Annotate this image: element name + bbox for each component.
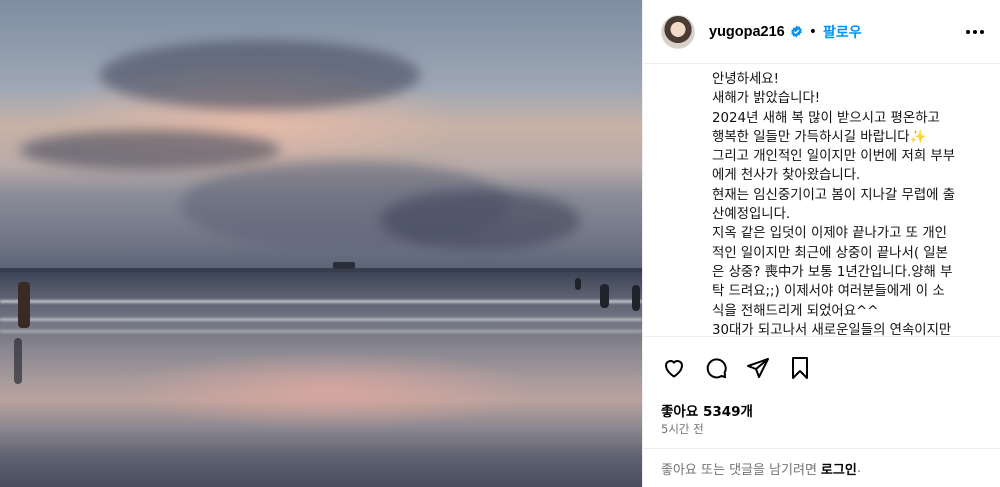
photo-cloud — [20, 130, 280, 170]
bookmark-icon[interactable] — [787, 355, 813, 381]
caption-line: 2024년 새해 복 많이 받으시고 평온하고 — [712, 110, 940, 126]
verified-badge-icon — [790, 25, 802, 38]
photo-wave — [0, 300, 642, 303]
post-caption: 안녕하세요! 새해가 밝았습니다! 2024년 새해 복 많이 받으시고 평온하… — [643, 64, 1000, 336]
login-link[interactable]: 로그인 — [821, 459, 857, 478]
caption-line: 30대가 되고나서 새로운일들의 연속이지만 — [712, 322, 952, 336]
post-header: yugopa216 • 팔로우 — [643, 0, 1000, 64]
instagram-post: yugopa216 • 팔로우 안녕하세요! 새해가 밝았습니다! 2024년 … — [0, 0, 1000, 487]
photo-cloud — [100, 40, 420, 110]
post-actions — [643, 336, 1000, 398]
share-icon[interactable] — [745, 355, 771, 381]
caption-line: 식을 전해드리게 되었어요^^ — [712, 303, 879, 319]
caption-line: 적인 일이지만 최근에 상중이 끝나서( 일본 — [712, 245, 948, 261]
more-dot — [966, 29, 970, 34]
likes-count[interactable]: 좋아요 5349개 — [661, 400, 753, 420]
photo-person — [632, 285, 640, 311]
post-timestamp[interactable]: 5시간 전 — [661, 421, 704, 437]
photo-cloud — [380, 190, 580, 250]
photo-ship — [333, 262, 355, 269]
more-dot — [973, 29, 977, 34]
separator-dot: • — [808, 23, 818, 40]
login-prompt-bar: 좋아요 또는 댓글을 남기려면 로그인 . — [643, 448, 1000, 487]
post-photo[interactable] — [0, 0, 642, 487]
login-prompt-period: . — [856, 460, 861, 476]
photo-person — [14, 338, 22, 384]
caption-line: 안녕하세요! — [712, 72, 779, 87]
photo-person — [575, 278, 581, 290]
photo-reflection — [120, 350, 540, 430]
caption-line: 에게 천사가 찾아왔습니다. — [712, 168, 861, 184]
post-side-panel: yugopa216 • 팔로우 안녕하세요! 새해가 밝았습니다! 2024년 … — [642, 0, 1000, 487]
caption-line: 탁 드려요;;) 이제서야 여러분들에게 이 소 — [712, 284, 945, 300]
photo-person — [18, 282, 30, 328]
comment-icon[interactable] — [703, 355, 729, 381]
follow-button[interactable]: 팔로우 — [823, 22, 862, 42]
caption-line: 현재는 임신중기이고 봄이 지나갈 무렵에 출 — [712, 187, 956, 203]
photo-wave — [0, 318, 642, 321]
photo-person — [600, 284, 609, 308]
caption-line: 산예정입니다. — [712, 207, 791, 223]
more-dot — [980, 29, 984, 34]
caption-line: 은 상중? 喪中가 보통 1년간입니다.양해 부 — [712, 264, 953, 280]
caption-line: 그리고 개인적인 일이지만 이번에 저희 부부 — [712, 149, 956, 165]
caption-line: 새해가 밝았습니다! — [712, 91, 821, 107]
username[interactable]: yugopa216 — [709, 24, 785, 40]
caption-line: 지옥 같은 입덧이 이제야 끝나가고 또 개인 — [712, 226, 947, 242]
photo-wave — [0, 330, 642, 333]
avatar[interactable] — [661, 14, 695, 49]
more-icon[interactable] — [966, 29, 984, 34]
heart-icon[interactable] — [661, 355, 687, 381]
caption-line: 행복한 일들만 가득하시길 바랍니다✨ — [712, 129, 927, 145]
login-prompt-text: 좋아요 또는 댓글을 남기려면 — [661, 462, 817, 478]
